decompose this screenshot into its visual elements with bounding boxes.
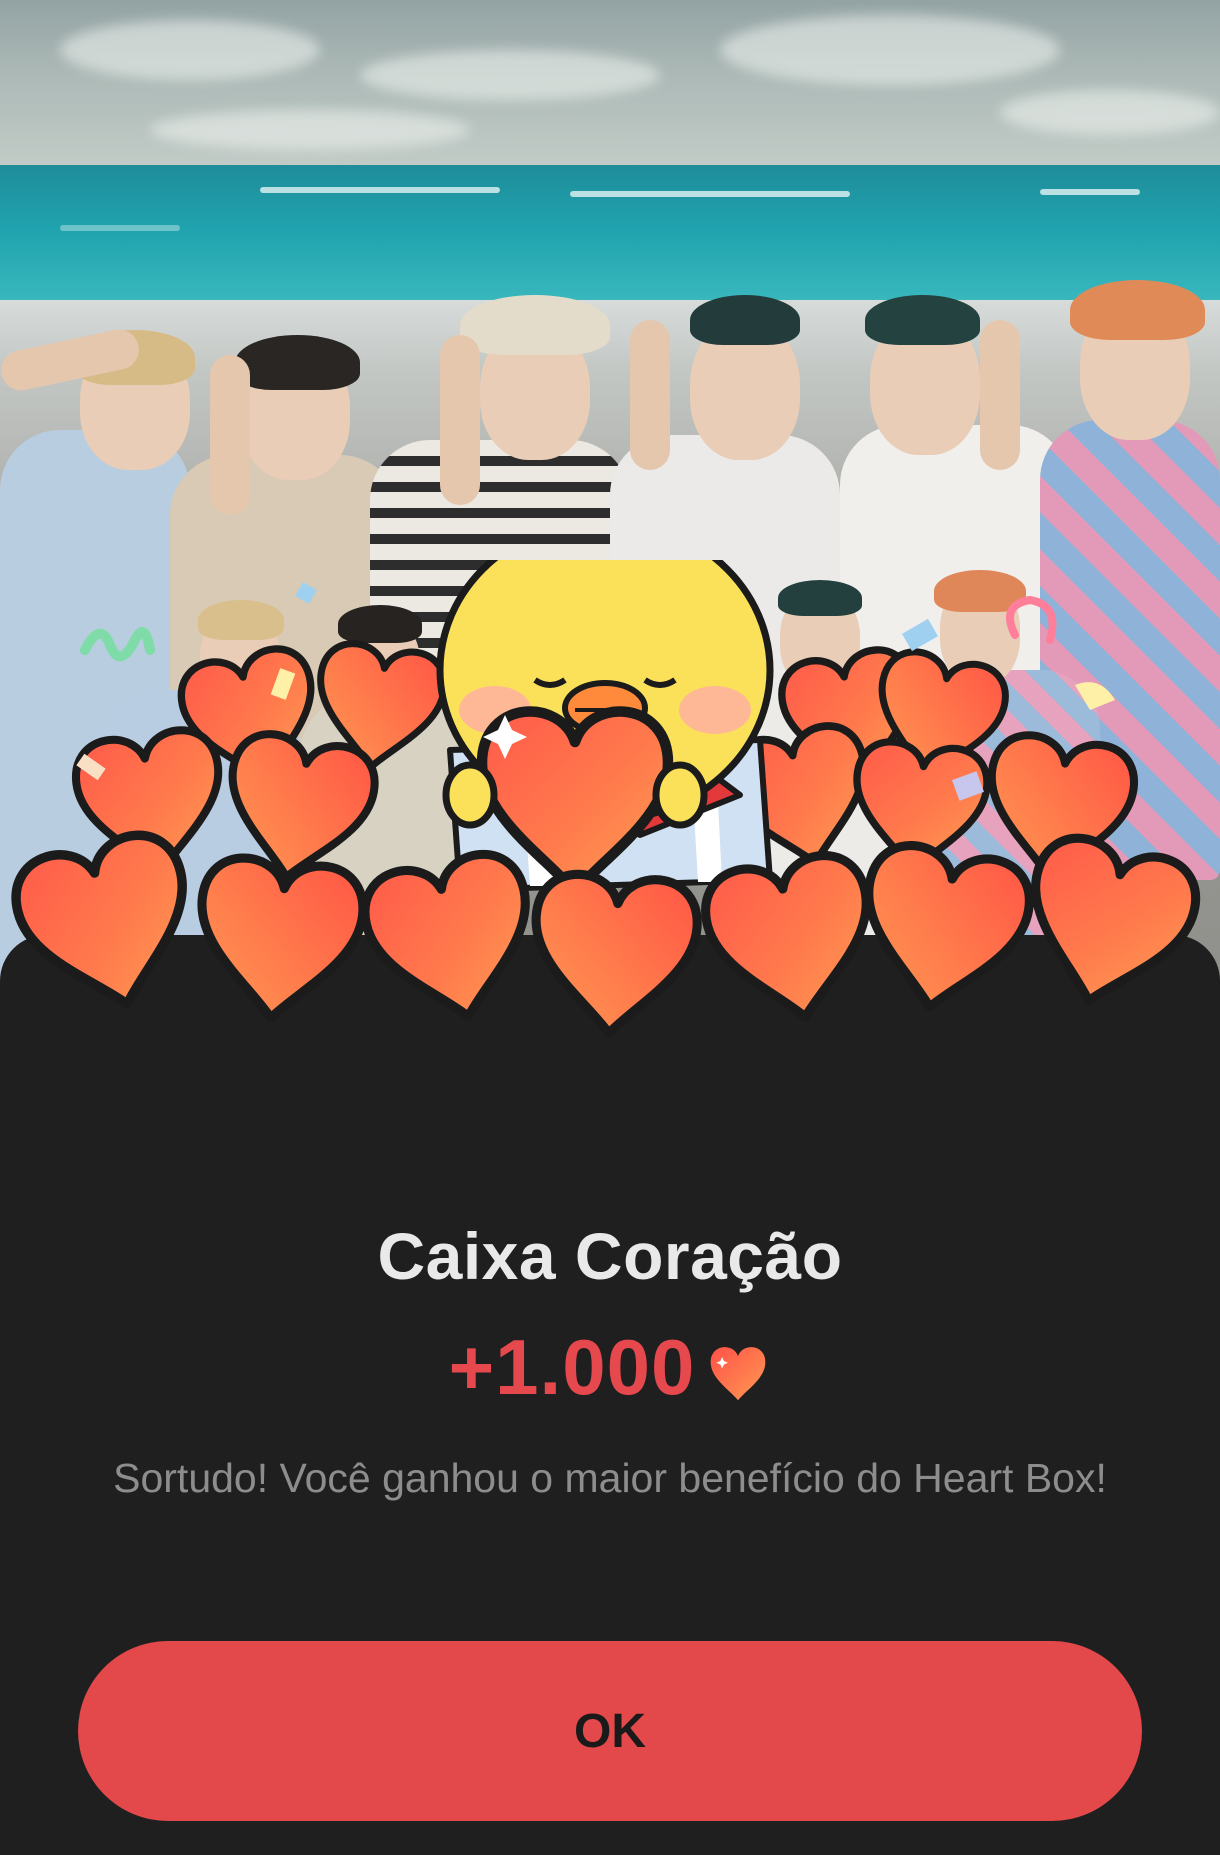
photo-sea <box>0 165 1220 315</box>
heart-box-reward-screen: Caixa Coração +1.000 Sortudo! Você ganho… <box>0 0 1220 1855</box>
reward-amount: +1.000 <box>448 1323 696 1411</box>
photo-sky <box>0 0 1220 175</box>
ok-button[interactable]: OK <box>78 1641 1142 1821</box>
heart-icon <box>711 1346 766 1400</box>
reward-row: +1.000 <box>0 1322 1220 1413</box>
dialog-title: Caixa Coração <box>377 1219 843 1293</box>
reward-message: Sortudo! Você ganhou o maior benefício d… <box>113 1455 1107 1501</box>
chick-heart-box-illustration <box>0 560 1220 1140</box>
ok-button-label: OK <box>574 1704 646 1758</box>
